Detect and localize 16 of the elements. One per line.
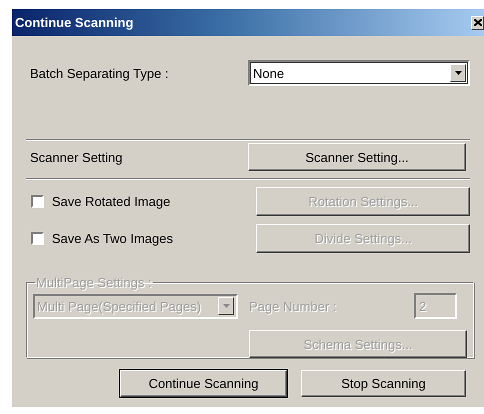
close-icon bbox=[474, 19, 482, 26]
scanner-setting-button[interactable]: Scanner Setting... bbox=[248, 143, 466, 171]
group-label: MultiPage Settings : bbox=[35, 275, 153, 290]
dropdown-arrow-icon bbox=[222, 304, 230, 308]
checkbox-label: Save As Two Images bbox=[52, 231, 174, 246]
field-label: Batch Separating Type : bbox=[29, 66, 170, 80]
window-title: Continue Scanning bbox=[15, 15, 134, 30]
dropdown-arrow-icon bbox=[454, 71, 462, 75]
close-button[interactable] bbox=[471, 16, 484, 30]
dropdown[interactable]: None bbox=[248, 60, 470, 86]
checkbox-label: Save Rotated Image bbox=[52, 194, 172, 209]
checkbox[interactable] bbox=[31, 232, 44, 245]
dialog-button[interactable]: Stop Scanning bbox=[301, 370, 466, 397]
section-label: Scanner Setting bbox=[29, 150, 124, 164]
checkbox[interactable] bbox=[31, 195, 44, 208]
dialog-button[interactable]: Continue Scanning bbox=[120, 370, 287, 397]
